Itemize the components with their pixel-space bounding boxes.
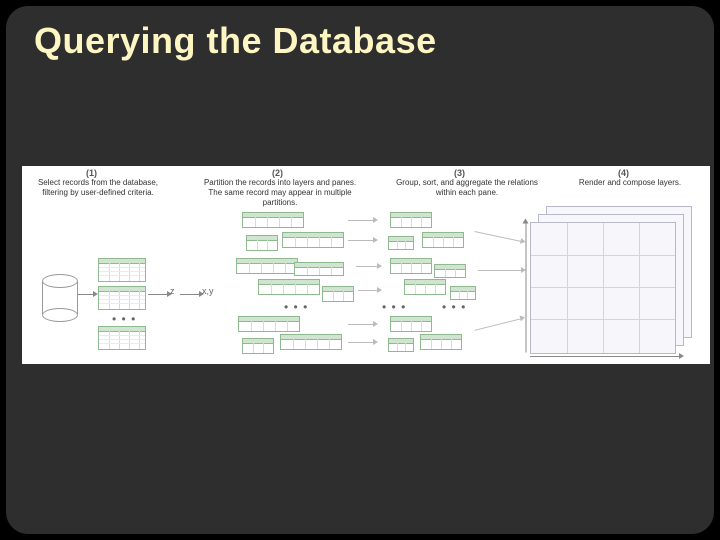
flow-arrow: [348, 342, 374, 343]
slide-title: Querying the Database: [34, 20, 437, 62]
step-2-caption: Partition the records into layers and pa…: [200, 178, 360, 208]
partition-label-xy: x,y: [202, 286, 214, 296]
flow-arrow: [180, 294, 200, 295]
ellipsis: • • •: [284, 300, 308, 314]
step-3-caption: Group, sort, and aggregate the relations…: [392, 178, 542, 198]
step-1-caption: Select records from the database, filter…: [28, 178, 168, 198]
flow-arrow: [358, 290, 378, 291]
step-2-num: (2): [272, 168, 283, 178]
aggregate-table: [422, 232, 464, 248]
aggregate-table: [390, 316, 432, 332]
flow-arrow: [78, 294, 94, 295]
partition-table: [294, 262, 344, 276]
partition-table: [282, 232, 344, 248]
partition-table: [242, 212, 304, 228]
axis-arrow: [526, 223, 527, 353]
database-icon: [42, 274, 76, 318]
flow-arrow: [475, 318, 522, 331]
step-4-caption: Render and compose layers.: [560, 178, 700, 188]
flow-arrow: [474, 231, 521, 242]
partition-table: [242, 338, 274, 354]
partition-table: [238, 316, 300, 332]
partition-table: [258, 279, 320, 295]
ellipsis: • • •: [442, 300, 466, 314]
aggregate-table: [390, 212, 432, 228]
render-pane: [530, 222, 676, 354]
record-table: [98, 286, 146, 310]
aggregate-table: [420, 334, 462, 350]
aggregate-table: [450, 286, 476, 300]
flow-arrow: [348, 220, 374, 221]
partition-table: [236, 258, 298, 274]
partition-table: [322, 286, 354, 302]
step-1-num: (1): [86, 168, 97, 178]
pipeline-diagram: (1) Select records from the database, fi…: [22, 166, 710, 364]
ellipsis: • • •: [112, 312, 136, 326]
flow-arrow: [478, 270, 522, 271]
record-table: [98, 258, 146, 282]
aggregate-table: [388, 236, 414, 250]
partition-table: [246, 235, 278, 251]
aggregate-table: [388, 338, 414, 352]
axis-arrow: [530, 356, 680, 357]
step-3-num: (3): [454, 168, 465, 178]
aggregate-table: [434, 264, 466, 278]
ellipsis: • • •: [382, 300, 406, 314]
flow-arrow: [348, 240, 374, 241]
flow-arrow: [356, 266, 378, 267]
step-4-num: (4): [618, 168, 629, 178]
record-table: [98, 326, 146, 350]
aggregate-table: [390, 258, 432, 274]
flow-arrow: [348, 324, 374, 325]
partition-table: [280, 334, 342, 350]
partition-label-z: z: [170, 286, 175, 296]
slide: Querying the Database (1) Select records…: [6, 6, 714, 534]
aggregate-table: [404, 279, 446, 295]
flow-arrow: [148, 294, 168, 295]
